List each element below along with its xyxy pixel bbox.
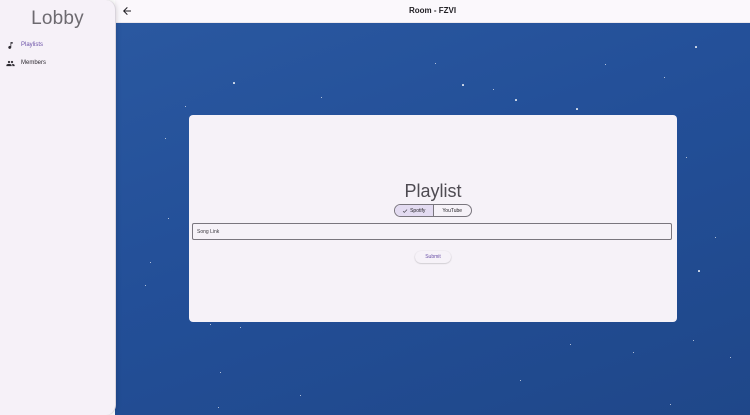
sidebar-item-label: Playlists	[21, 42, 44, 48]
sidebar-title: Lobby	[31, 8, 84, 29]
star-decoration	[664, 77, 665, 78]
star-decoration	[218, 407, 219, 408]
check-icon	[402, 208, 408, 213]
star-decoration	[233, 82, 235, 84]
star-decoration	[220, 372, 221, 373]
group-icon	[6, 60, 15, 66]
star-decoration	[693, 340, 694, 341]
segment-label: YouTube	[442, 207, 463, 214]
star-decoration	[493, 89, 494, 90]
card-title: Playlist	[404, 181, 462, 201]
star-decoration	[145, 285, 146, 286]
playlist-card: Playlist Spotify YouTube Submit	[189, 115, 677, 322]
star-decoration	[300, 395, 301, 396]
app-window: Lobby Playlists Members Room - FZVI Play…	[0, 0, 750, 415]
submit-button[interactable]: Submit	[415, 251, 451, 263]
star-decoration	[695, 46, 697, 48]
star-decoration	[576, 108, 578, 110]
segment-label: Spotify	[410, 207, 426, 214]
star-decoration	[168, 218, 169, 219]
star-decoration	[686, 157, 687, 158]
star-decoration	[462, 84, 464, 86]
star-decoration	[150, 262, 151, 263]
sidebar-drawer: Lobby Playlists Members	[0, 0, 116, 415]
star-decoration	[730, 357, 731, 358]
star-decoration	[698, 270, 700, 272]
star-decoration	[185, 106, 186, 107]
star-decoration	[165, 138, 166, 139]
star-decoration	[240, 327, 241, 328]
star-decoration	[570, 344, 571, 345]
segment-youtube[interactable]: YouTube	[434, 205, 472, 216]
sidebar-item-members[interactable]: Members	[6, 55, 46, 71]
star-decoration	[670, 404, 671, 405]
star-decoration	[435, 63, 436, 64]
sidebar-item-playlists[interactable]: Playlists	[6, 37, 43, 53]
source-segmented-button: Spotify YouTube	[394, 204, 472, 217]
top-app-bar: Room - FZVI	[115, 0, 750, 23]
song-link-input[interactable]	[192, 223, 672, 240]
star-decoration	[633, 352, 634, 353]
star-decoration	[520, 380, 521, 381]
star-decoration	[715, 237, 716, 238]
room-title: Room - FZVI	[408, 6, 457, 15]
star-decoration	[605, 64, 606, 65]
segment-spotify[interactable]: Spotify	[395, 205, 434, 216]
star-decoration	[321, 97, 322, 98]
star-decoration	[515, 99, 517, 101]
sidebar-item-label: Members	[21, 60, 47, 66]
star-decoration	[210, 324, 211, 325]
music-note-icon	[8, 41, 13, 49]
